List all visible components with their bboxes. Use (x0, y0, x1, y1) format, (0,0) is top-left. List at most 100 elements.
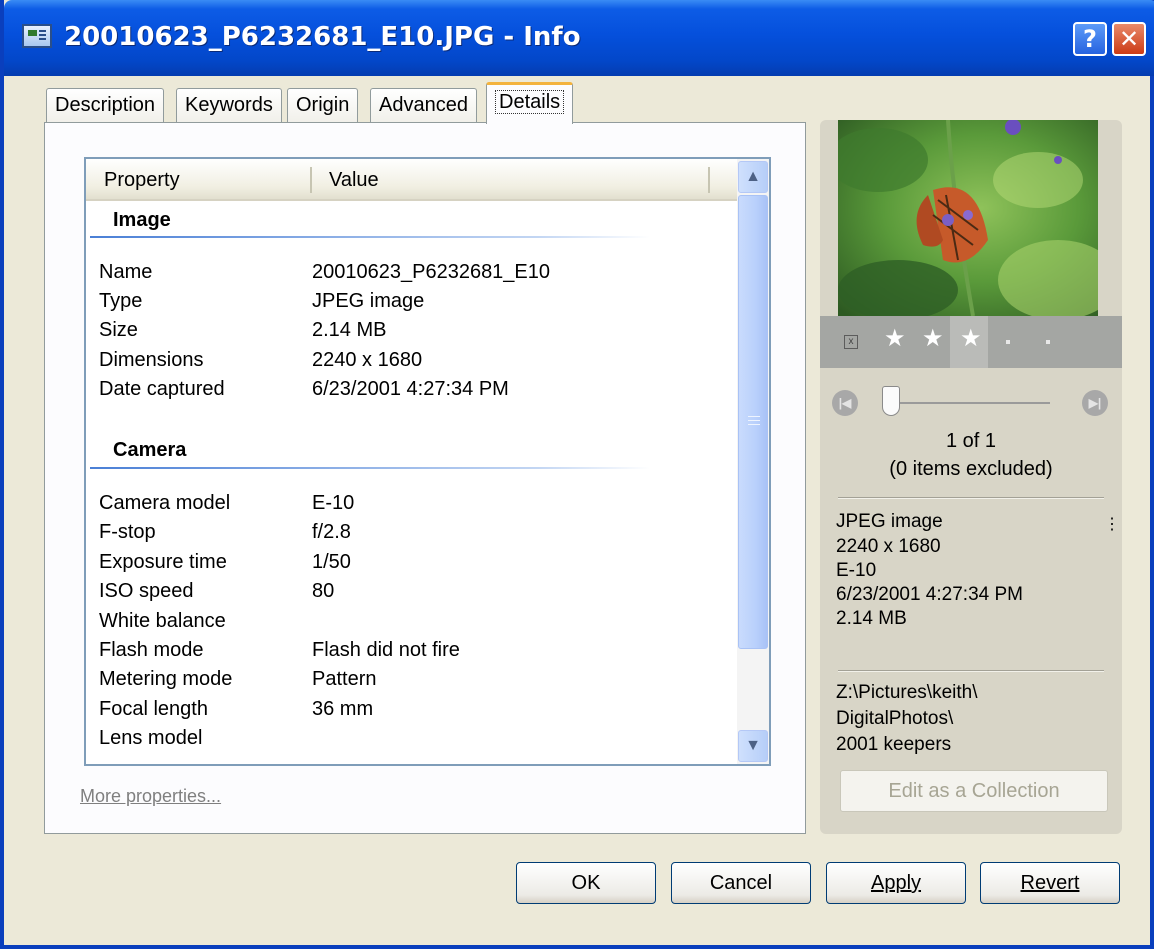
property-value: E-10 (312, 492, 355, 514)
list-header: Property Value (86, 159, 737, 201)
property-value: Pattern (312, 668, 377, 690)
folder-path: 2001 keepers (836, 734, 952, 755)
summary-dimensions: 2240 x 1680 (836, 536, 941, 557)
group-divider (90, 236, 650, 238)
property-name: Lens model (99, 727, 203, 749)
property-name: Camera model (99, 492, 231, 514)
property-value: Flash did not fire (312, 639, 460, 661)
group-title-image: Image (113, 209, 171, 231)
properties-list[interactable]: Property Value Image Name 20010623_P62326… (84, 157, 771, 766)
item-slider-track[interactable] (888, 402, 1050, 404)
rating-bar: x ★ ★ ★ (820, 316, 1122, 368)
next-item-icon[interactable]: ▶| (1082, 390, 1108, 416)
table-row[interactable]: Focal length 36 mm (99, 698, 719, 727)
window-title: 20010623_P6232681_E10.JPG - Info (64, 22, 581, 52)
edit-as-collection-button[interactable]: Edit as a Collection (840, 770, 1108, 812)
tab-keywords[interactable]: Keywords (176, 88, 282, 122)
table-row[interactable]: Type JPEG image (99, 290, 719, 319)
folder-path: Z:\Pictures\keith\ (836, 682, 978, 703)
tab-description[interactable]: Description (46, 88, 165, 122)
table-row[interactable]: Metering mode Pattern (99, 668, 719, 697)
empty-star-icon[interactable] (1046, 340, 1050, 344)
property-name: Metering mode (99, 668, 233, 690)
more-properties-link[interactable]: More properties... (80, 786, 221, 807)
ok-button[interactable]: OK (516, 862, 656, 904)
summary-date: 6/23/2001 4:27:34 PM (836, 584, 1023, 605)
item-position: 1 of 1 (945, 430, 997, 452)
tab-advanced[interactable]: Advanced (370, 88, 477, 122)
photo-thumbnail[interactable] (838, 120, 1098, 316)
excluded-count: (0 items excluded) (889, 458, 1053, 480)
close-button[interactable]: ✕ (1112, 22, 1146, 56)
table-row[interactable]: White balance (99, 610, 719, 639)
property-value: 80 (312, 580, 335, 602)
column-header-value[interactable]: Value (329, 169, 379, 192)
property-name: Focal length (99, 698, 208, 720)
property-value: JPEG image (312, 290, 425, 312)
table-row[interactable]: Flash mode Flash did not fire (99, 639, 719, 668)
property-name: F-stop (99, 521, 156, 543)
table-row[interactable]: Camera model E-10 (99, 492, 719, 521)
property-name: Flash mode (99, 639, 204, 661)
info-dialog: 20010623_P6232681_E10.JPG - Info ? ✕ Des… (0, 0, 1154, 949)
scroll-grip-icon (748, 416, 760, 425)
star-icon[interactable]: ★ (884, 324, 906, 353)
preview-pane: x ★ ★ ★ |◀ ▶| 1 of 1 (0 items excluded) … (820, 120, 1122, 834)
previous-item-icon[interactable]: |◀ (832, 390, 858, 416)
folder-path: DigitalPhotos\ (836, 708, 954, 729)
table-row[interactable]: F-stop f/2.8 (99, 521, 719, 550)
vertical-scrollbar[interactable]: ▲ ▼ (737, 159, 769, 764)
scroll-down-button[interactable]: ▼ (738, 730, 768, 762)
table-row[interactable]: Exposure time 1/50 (99, 551, 719, 580)
list-body: Image Name 20010623_P6232681_E10 Type JPEG… (86, 201, 737, 764)
tab-origin[interactable]: Origin (287, 88, 359, 122)
empty-star-icon[interactable] (1006, 340, 1010, 344)
property-value: 1/50 (312, 551, 351, 573)
property-name: Dimensions (99, 349, 204, 371)
property-name: Date captured (99, 378, 225, 400)
help-button[interactable]: ? (1073, 22, 1107, 56)
column-divider[interactable] (310, 167, 312, 193)
column-divider[interactable] (708, 167, 710, 193)
property-name: Type (99, 290, 143, 312)
table-row[interactable]: Name 20010623_P6232681_E10 (99, 261, 719, 290)
scroll-thumb[interactable] (738, 195, 768, 649)
reject-icon[interactable]: x (844, 335, 858, 349)
title-bar[interactable]: 20010623_P6232681_E10.JPG - Info ? ✕ (4, 0, 1154, 76)
table-row[interactable]: ISO speed 80 (99, 580, 719, 609)
table-row[interactable]: Size 2.14 MB (99, 319, 719, 348)
scroll-up-button[interactable]: ▲ (738, 161, 768, 193)
more-options-icon[interactable]: ⋮ (1104, 514, 1120, 534)
table-row[interactable]: Dimensions 2240 x 1680 (99, 349, 719, 378)
property-value: 6/23/2001 4:27:34 PM (312, 378, 509, 400)
cancel-button[interactable]: Cancel (671, 862, 811, 904)
table-row[interactable]: Date captured 6/23/2001 4:27:34 PM (99, 378, 719, 407)
divider (838, 497, 1104, 498)
property-name: Size (99, 319, 138, 341)
table-row[interactable]: Lens model (99, 727, 719, 756)
summary-size: 2.14 MB (836, 608, 907, 629)
property-name: ISO speed (99, 580, 194, 602)
apply-button[interactable]: Apply (826, 862, 966, 904)
divider (838, 670, 1104, 671)
tab-details[interactable]: Details (486, 82, 574, 124)
column-header-property[interactable]: Property (104, 169, 180, 192)
property-value: 36 mm (312, 698, 374, 720)
property-value: 20010623_P6232681_E10 (312, 261, 551, 283)
revert-button[interactable]: Revert (980, 862, 1120, 904)
property-value: 2240 x 1680 (312, 349, 423, 371)
tab-details-label: Details (495, 90, 565, 114)
property-name: Exposure time (99, 551, 227, 573)
group-divider (90, 467, 650, 469)
summary-type: JPEG image (836, 511, 943, 532)
property-name: White balance (99, 610, 226, 632)
item-slider-thumb[interactable] (882, 386, 900, 416)
star-icon[interactable]: ★ (922, 324, 944, 353)
property-name: Name (99, 261, 153, 283)
app-icon (22, 24, 52, 48)
group-title-camera: Camera (113, 439, 187, 461)
summary-camera: E-10 (836, 560, 877, 581)
property-value: f/2.8 (312, 521, 351, 543)
star-icon[interactable]: ★ (960, 324, 982, 353)
property-value: 2.14 MB (312, 319, 387, 341)
